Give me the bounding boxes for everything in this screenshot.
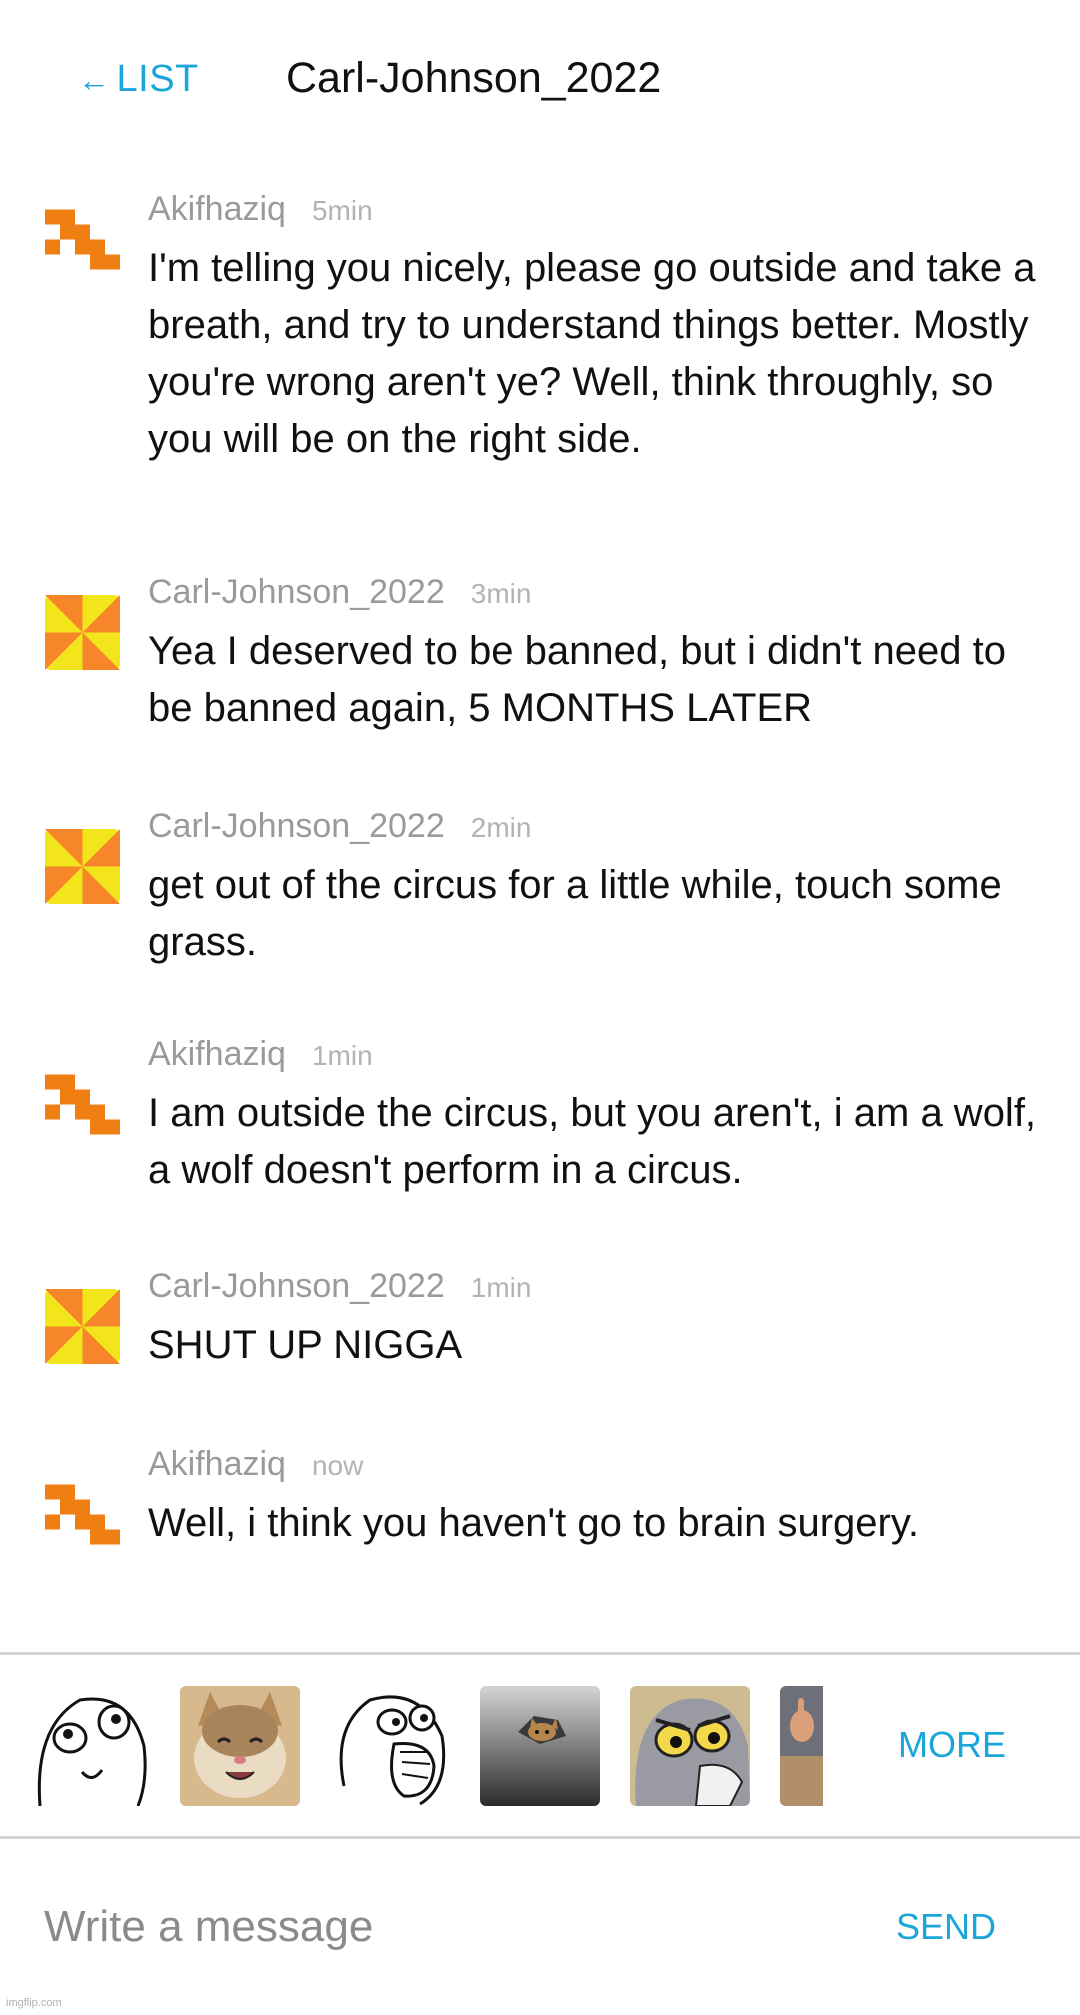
meme-bar-divider bbox=[0, 1652, 1080, 1655]
chat-title: Carl-Johnson_2022 bbox=[286, 54, 662, 102]
message-input[interactable] bbox=[44, 1892, 804, 1962]
back-arrow-icon: ← bbox=[78, 62, 111, 98]
imgflip-watermark: imgflip.com bbox=[6, 1997, 62, 2009]
smiling-cat[interactable] bbox=[180, 1686, 300, 1806]
message-text: I am outside the circus, but you aren't,… bbox=[148, 1091, 1037, 1192]
pixel-wolf-avatar[interactable] bbox=[45, 202, 120, 277]
lol-rage-face[interactable] bbox=[330, 1686, 450, 1806]
more-memes-button[interactable]: MORE bbox=[898, 1724, 1006, 1766]
back-link-label: LIST bbox=[116, 58, 199, 100]
message-time: 5min bbox=[311, 195, 373, 226]
message-author[interactable]: Carl-Johnson_2022 bbox=[148, 807, 445, 845]
pixel-wolf-avatar[interactable] bbox=[45, 1067, 120, 1142]
pinwheel-avatar[interactable] bbox=[45, 829, 120, 904]
message-time: 3min bbox=[470, 578, 532, 609]
compose-divider bbox=[0, 1836, 1080, 1839]
chat-header: ← LIST Carl-Johnson_2022 bbox=[0, 0, 1080, 160]
message-time: 1min bbox=[470, 1272, 532, 1303]
derp-rage-face[interactable] bbox=[30, 1686, 150, 1806]
send-button[interactable]: SEND bbox=[896, 1906, 996, 1948]
message-author[interactable]: Akifhaziq bbox=[148, 190, 286, 228]
message-time: now bbox=[311, 1450, 364, 1481]
message-author[interactable]: Akifhaziq bbox=[148, 1445, 286, 1483]
message-author[interactable]: Carl-Johnson_2022 bbox=[148, 573, 445, 611]
pinwheel-avatar[interactable] bbox=[45, 1289, 120, 1364]
message-text: I'm telling you nicely, please go outsid… bbox=[148, 246, 1036, 461]
pointing-man-partial[interactable] bbox=[780, 1686, 823, 1806]
message-time: 1min bbox=[311, 1040, 373, 1071]
message-text: Well, i think you haven't go to brain su… bbox=[148, 1501, 919, 1545]
message-text: SHUT UP NIGGA bbox=[148, 1323, 463, 1367]
meme-bar: MORE bbox=[0, 1658, 1080, 1836]
unsettled-tom[interactable] bbox=[630, 1686, 750, 1806]
message-author[interactable]: Akifhaziq bbox=[148, 1035, 286, 1073]
pinwheel-avatar[interactable] bbox=[45, 595, 120, 670]
back-to-list-link[interactable]: ← LIST bbox=[78, 58, 199, 101]
ceiling-cat[interactable] bbox=[480, 1686, 600, 1806]
compose-bar: SEND bbox=[0, 1840, 1080, 2015]
pixel-wolf-avatar[interactable] bbox=[45, 1477, 120, 1552]
message-text: get out of the circus for a little while… bbox=[148, 863, 1002, 964]
message-time: 2min bbox=[470, 812, 532, 843]
message-author[interactable]: Carl-Johnson_2022 bbox=[148, 1267, 445, 1305]
message-text: Yea I deserved to be banned, but i didn'… bbox=[148, 629, 1006, 730]
